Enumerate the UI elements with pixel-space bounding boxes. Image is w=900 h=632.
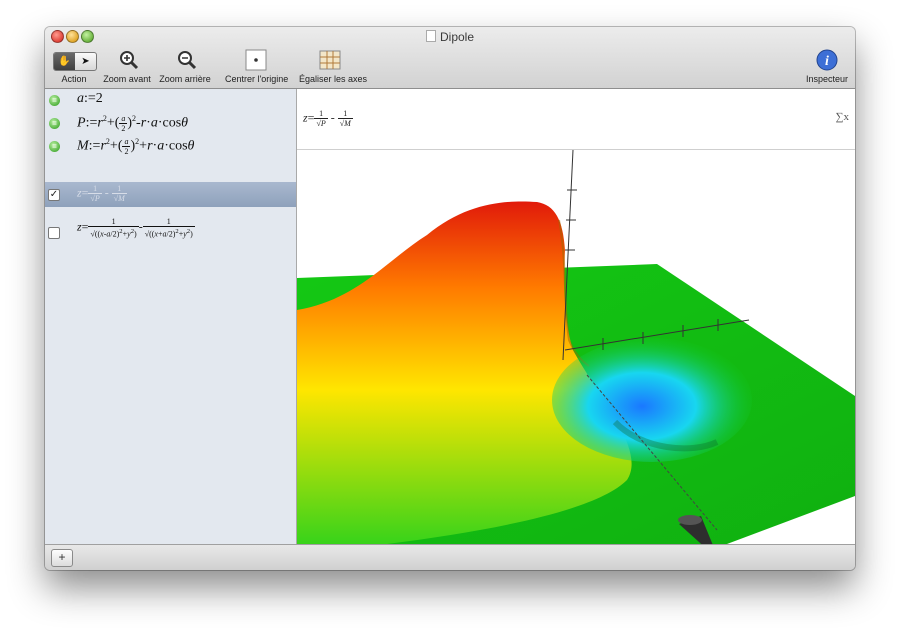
action-mode-control[interactable]: ✋ ➤ — [53, 52, 97, 71]
zoom-out-button[interactable]: Zoom arrière — [159, 49, 211, 84]
list-item[interactable]: = P:=r2+(a 2)2-r·a·cosθ — [45, 112, 296, 137]
equation-text: a:=2 — [77, 91, 103, 106]
plot-checkbox[interactable]: ✓ — [48, 189, 60, 201]
equation-text: z= 1 √((x-a/2)2+y2) -1 √((x+a/2)2+y2) — [77, 217, 195, 239]
current-expression: z= 1 √P - 1 √M — [303, 109, 353, 128]
zoom-in-button[interactable]: Zoom avant — [103, 49, 151, 84]
window-title: Dipole — [45, 30, 855, 44]
equals-badge-icon: = — [49, 118, 60, 129]
hand-icon[interactable]: ✋ — [54, 53, 75, 70]
list-item[interactable]: z= 1 √((x-a/2)2+y2) -1 √((x+a/2)2+y2) — [45, 213, 296, 253]
center-origin-icon — [245, 49, 267, 71]
list-item[interactable]: = M:=r2+(a 2)2+r·a·cosθ — [45, 135, 296, 160]
sigma-icon[interactable]: ∑x — [836, 111, 849, 123]
zoom-in-icon — [118, 49, 140, 71]
info-icon: i — [816, 49, 838, 71]
toolbar: Dipole ✋ ➤ Action Zoom avant Zoom arrièr… — [45, 27, 855, 89]
app-window: Dipole ✋ ➤ Action Zoom avant Zoom arrièr… — [45, 27, 855, 570]
zoom-out-icon — [176, 49, 198, 71]
equation-text: z= 1 √P - 1 √M — [77, 184, 127, 203]
bottom-bar: + — [45, 544, 855, 570]
equalize-axes-button[interactable]: Égaliser les axes — [299, 49, 367, 84]
expression-header: z= 1 √P - 1 √M ∑x — [297, 89, 855, 150]
equation-text: M:=r2+(a 2)2+r·a·cosθ — [77, 137, 195, 156]
equals-badge-icon: = — [49, 95, 60, 106]
add-equation-button[interactable]: + — [51, 549, 73, 567]
document-icon — [425, 30, 436, 42]
inspector-button[interactable]: i Inspecteur — [806, 49, 848, 84]
list-item-selected[interactable]: ✓ z= 1 √P - 1 √M — [45, 182, 296, 207]
plot-checkbox[interactable] — [48, 227, 60, 239]
equation-list: = a:=2 = P:=r2+(a 2)2-r·a·cosθ = M:=r2+(a… — [45, 89, 297, 544]
center-origin-button[interactable]: Centrer l'origine — [225, 49, 288, 84]
list-item[interactable]: = a:=2 — [45, 89, 296, 114]
svg-text:i: i — [825, 54, 829, 69]
equalize-axes-icon — [319, 49, 341, 71]
equals-badge-icon: = — [49, 141, 60, 152]
arrow-icon[interactable]: ➤ — [75, 53, 96, 70]
equation-text: P:=r2+(a 2)2-r·a·cosθ — [77, 114, 189, 133]
3d-plot-view[interactable] — [297, 150, 855, 544]
